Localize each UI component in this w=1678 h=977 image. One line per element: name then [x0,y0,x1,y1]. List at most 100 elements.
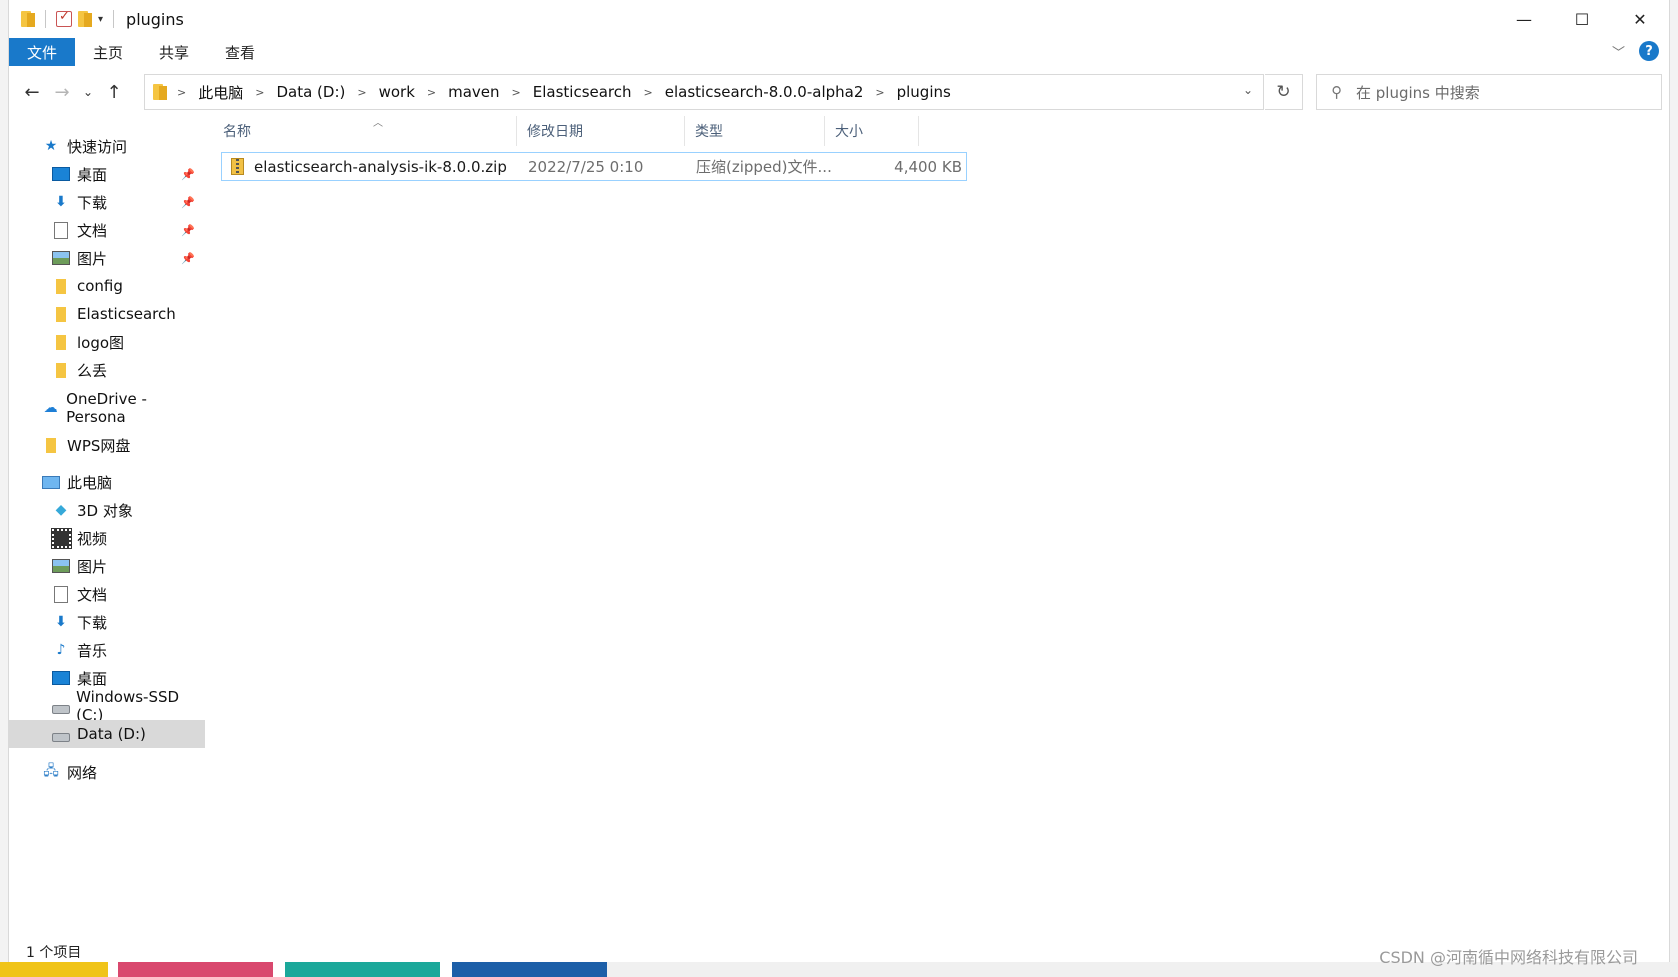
sidebar-item-config[interactable]: config [9,272,205,300]
sidebar-item-logo[interactable]: logo图 [9,328,205,356]
customize-toolbar-icon[interactable]: ▾ [98,14,103,25]
music-icon: ♪ [56,642,66,658]
sidebar-item-label: 快速访问 [67,137,128,156]
chevron-right-icon[interactable]: > [177,86,186,99]
chevron-right-icon[interactable]: > [255,86,264,99]
sidebar-item-videos[interactable]: 视频 [9,524,205,552]
chevron-right-icon[interactable]: > [427,86,436,99]
breadcrumb-work[interactable]: work [379,83,415,101]
navigation-row: ← → ⌄ ↑ > 此电脑 > Data (D:) > work > maven… [9,72,1669,112]
sidebar-item-label: 下载 [77,613,108,632]
breadcrumb-this-pc[interactable]: 此电脑 [198,82,243,103]
sidebar-item-label: 桌面 [77,165,108,184]
breadcrumb-elasticsearch-version[interactable]: elasticsearch-8.0.0-alpha2 [665,83,864,101]
sidebar-item-network[interactable]: 🖧 网络 [9,758,205,786]
maximize-button[interactable]: ☐ [1553,0,1611,38]
sidebar-item-music[interactable]: ♪ 音乐 [9,636,205,664]
new-folder-icon[interactable] [78,11,92,27]
address-bar[interactable]: > 此电脑 > Data (D:) > work > maven > Elast… [144,74,1264,110]
column-header-size[interactable]: 大小 [825,116,919,146]
folder-icon [51,361,71,379]
pin-icon[interactable]: 📌 [181,168,195,181]
tab-file[interactable]: 文件 [9,38,75,66]
breadcrumb-plugins[interactable]: plugins [897,83,951,101]
sidebar-item-onedrive[interactable]: ☁ OneDrive - Persona [9,390,205,426]
status-item-count: 1 个项目 [26,945,82,961]
breadcrumb-elasticsearch[interactable]: Elasticsearch [533,83,632,101]
document-icon [51,221,71,239]
folder-icon [51,333,71,351]
chevron-right-icon[interactable]: > [644,86,653,99]
column-header-type[interactable]: 类型 [685,116,825,146]
sidebar-item-data-d[interactable]: Data (D:) [9,720,205,748]
breadcrumb: > 此电脑 > Data (D:) > work > maven > Elast… [177,82,951,103]
file-name-cell: elasticsearch-analysis-ik-8.0.0.zip [231,153,521,180]
sidebar-item-quick-access[interactable]: ★ 快速访问 [9,132,205,160]
sidebar-item-desktop[interactable]: 桌面 📌 [9,160,205,188]
tab-share[interactable]: 共享 [141,38,207,66]
sidebar-item-downloads-pc[interactable]: ⬇ 下载 [9,608,205,636]
sidebar-item-label: 图片 [77,557,108,576]
video-icon [51,529,71,547]
minimize-button[interactable]: — [1495,0,1553,38]
sidebar-item-3d-objects[interactable]: ◆ 3D 对象 [9,496,205,524]
forward-arrow-icon[interactable]: → [47,82,77,103]
sort-ascending-icon: ︿ [373,118,383,129]
sidebar-item-pictures-pc[interactable]: 图片 [9,552,205,580]
search-input[interactable]: ⚲ 在 plugins 中搜索 [1316,74,1662,110]
sidebar-item-label: Elasticsearch [77,305,176,323]
tab-home[interactable]: 主页 [75,38,141,66]
sidebar-item-label: Windows-SSD (C:) [76,688,180,724]
chevron-right-icon[interactable]: > [357,86,366,99]
computer-icon [41,473,61,491]
breadcrumb-data-d[interactable]: Data (D:) [276,83,345,101]
sidebar-item-elasticsearch[interactable]: Elasticsearch [9,300,205,328]
help-icon[interactable]: ? [1639,41,1659,61]
file-row[interactable]: elasticsearch-analysis-ik-8.0.0.zip 2022… [221,152,967,181]
pin-icon[interactable]: 📌 [181,224,195,237]
sidebar-item-label: 网络 [67,763,98,782]
properties-icon[interactable] [56,9,72,27]
back-arrow-icon[interactable]: ← [17,82,47,103]
sidebar-item-label: 图片 [77,249,108,268]
close-button[interactable]: ✕ [1611,0,1669,38]
pin-icon[interactable]: 📌 [181,196,195,209]
breadcrumb-maven[interactable]: maven [448,83,499,101]
expand-ribbon-icon[interactable]: ﹀ [1612,42,1625,61]
refresh-button[interactable]: ↻ [1265,74,1303,110]
column-header-name[interactable]: 名称 ︿ [213,116,517,146]
separator [113,10,115,28]
window-title: plugins [126,9,184,29]
recent-locations-chevron-icon[interactable]: ⌄ [77,85,99,99]
sidebar-item-pictures[interactable]: 图片 📌 [9,244,205,272]
sidebar-item-windows-ssd[interactable]: Windows-SSD (C:) [9,688,205,724]
sidebar-item-wps[interactable]: WPS网盘 [9,431,205,459]
chevron-right-icon[interactable]: > [512,86,521,99]
sidebar-item-label: WPS网盘 [67,436,131,455]
sidebar-item-documents-pc[interactable]: 文档 [9,580,205,608]
sidebar-item-label: logo图 [77,333,125,352]
download-icon: ⬇ [55,194,67,210]
sidebar-item-label: 桌面 [77,669,108,688]
column-header-modified[interactable]: 修改日期 [517,116,685,146]
sidebar-item-label: config [77,277,123,295]
sidebar-item-label: 文档 [77,221,108,240]
up-arrow-icon[interactable]: ↑ [99,82,129,103]
sidebar-item-label: 下载 [77,193,108,212]
tab-view[interactable]: 查看 [207,38,273,66]
sidebar-item-downloads[interactable]: ⬇ 下载 📌 [9,188,205,216]
background-left-edge [0,0,8,977]
pin-icon[interactable]: 📌 [181,252,195,265]
window-controls: — ☐ ✕ [1495,0,1669,38]
sidebar-item-medium[interactable]: 么丢 [9,356,205,384]
file-size: 4,400 KB [894,157,962,176]
sidebar-item-label: 文档 [77,585,108,604]
address-dropdown-icon[interactable]: ⌄ [1243,83,1253,97]
sidebar-item-this-pc[interactable]: 此电脑 [9,468,205,496]
file-explorer-window: ▾ plugins — ☐ ✕ 文件 主页 共享 查看 ﹀ ? ← → ⌄ ↑ … [8,0,1670,962]
document-icon [51,585,71,603]
sidebar-item-documents[interactable]: 文档 📌 [9,216,205,244]
cloud-icon: ☁ [43,400,58,416]
3d-objects-icon: ◆ [55,502,67,518]
chevron-right-icon[interactable]: > [875,86,884,99]
